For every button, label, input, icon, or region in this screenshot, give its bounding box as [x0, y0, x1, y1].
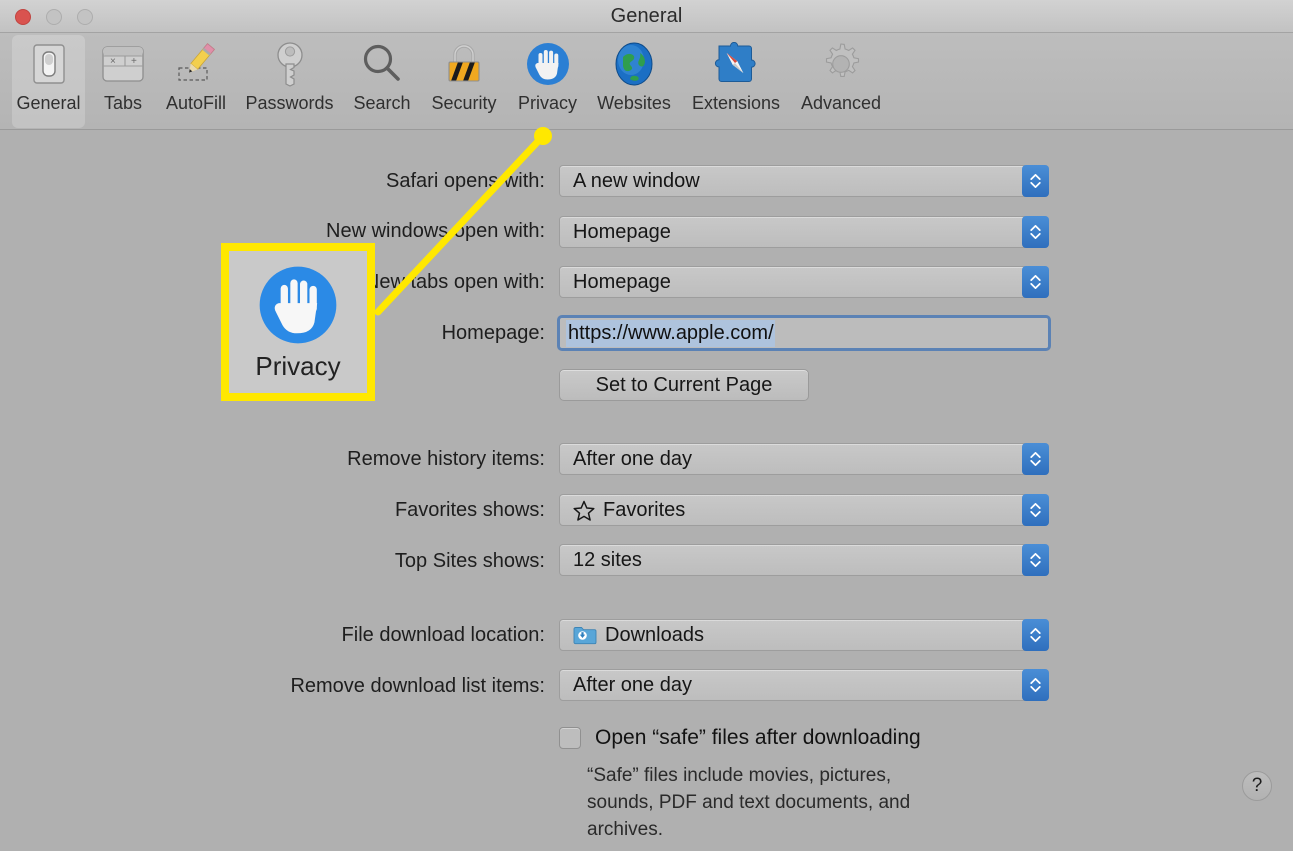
toolbar-label-websites: Websites: [597, 93, 671, 113]
key-icon: [267, 41, 313, 87]
set-to-current-page-label: Set to Current Page: [595, 373, 773, 396]
downloads-folder-icon: [573, 625, 597, 645]
toolbar-label-tabs: Tabs: [103, 93, 143, 113]
toolbar-item-security[interactable]: Security: [421, 35, 507, 128]
privacy-hand-icon: [256, 263, 340, 347]
toolbar-label-extensions: Extensions: [691, 93, 781, 113]
toolbar-label-privacy: Privacy: [517, 93, 577, 113]
toolbar-label-security: Security: [431, 93, 497, 113]
chevron-up-down-icon: [1022, 165, 1049, 197]
toolbar-item-privacy[interactable]: Privacy: [508, 35, 587, 128]
privacy-callout-highlight: Privacy: [221, 243, 375, 401]
select-top-sites-shows[interactable]: 12 sites: [559, 544, 1049, 576]
select-favorites-shows-value: Favorites: [603, 498, 686, 521]
svg-text:×: ×: [110, 56, 116, 67]
toolbar-label-passwords: Passwords: [245, 93, 334, 113]
homepage-input-value: https://www.apple.com/: [566, 319, 775, 347]
select-top-sites-shows-value: 12 sites: [573, 548, 642, 571]
toolbar-item-tabs[interactable]: × + Tabs: [92, 35, 154, 128]
tabs-icon: × +: [100, 41, 146, 87]
chevron-up-down-icon: [1022, 544, 1049, 576]
select-safari-opens-with-value: A new window: [573, 169, 700, 192]
chevron-up-down-icon: [1022, 443, 1049, 475]
toolbar-item-autofill[interactable]: AutoFill: [156, 35, 236, 128]
general-switch-icon: [26, 41, 72, 87]
padlock-icon: [441, 41, 487, 87]
search-magnifier-icon: [359, 41, 405, 87]
safe-files-description: “Safe” files include movies, pictures, s…: [587, 765, 911, 840]
label-remove-download-list-items: Remove download list items:: [290, 675, 545, 697]
select-favorites-shows[interactable]: Favorites: [559, 494, 1049, 526]
label-new-windows-open-with: New windows open with:: [326, 220, 545, 242]
select-new-tabs-open-with-value: Homepage: [573, 270, 671, 293]
star-icon: [573, 500, 595, 521]
select-new-windows-open-with[interactable]: Homepage: [559, 216, 1049, 248]
chevron-up-down-icon: [1022, 266, 1049, 298]
select-safari-opens-with[interactable]: A new window: [559, 165, 1049, 197]
open-safe-files-checkbox[interactable]: [559, 727, 581, 749]
select-new-tabs-open-with[interactable]: Homepage: [559, 266, 1049, 298]
label-remove-history-items: Remove history items:: [347, 448, 545, 470]
autofill-pencil-icon: [173, 41, 219, 87]
help-button-label: ?: [1251, 775, 1263, 796]
toolbar-item-general[interactable]: General: [12, 35, 85, 128]
toolbar-item-passwords[interactable]: Passwords: [237, 35, 342, 128]
chevron-up-down-icon: [1022, 619, 1049, 651]
open-safe-files-label: Open “safe” files after downloading: [595, 726, 921, 749]
preferences-toolbar: General × + Tabs AutoFill Passwords Sear…: [0, 33, 1293, 130]
open-safe-files-checkbox-row[interactable]: Open “safe” files after downloading: [559, 726, 921, 750]
toolbar-item-extensions[interactable]: Extensions: [681, 35, 791, 128]
chevron-up-down-icon: [1022, 216, 1049, 248]
toolbar-item-search[interactable]: Search: [344, 35, 420, 128]
label-favorites-shows: Favorites shows:: [394, 499, 545, 521]
toolbar-item-websites[interactable]: Websites: [590, 35, 678, 128]
toolbar-label-autofill: AutoFill: [165, 93, 227, 113]
title-bar: General: [0, 0, 1293, 33]
privacy-hand-icon: [525, 41, 571, 87]
toolbar-label-advanced: Advanced: [800, 93, 882, 113]
svg-text:+: +: [131, 56, 137, 67]
help-button[interactable]: ?: [1242, 771, 1272, 801]
gear-icon: [818, 41, 864, 87]
select-remove-download-list-items-value: After one day: [573, 673, 692, 696]
chevron-up-down-icon: [1022, 669, 1049, 701]
select-remove-history-items-value: After one day: [573, 447, 692, 470]
privacy-callout-label: Privacy: [255, 350, 341, 381]
general-settings-pane: Safari opens with: A new window New wind…: [0, 130, 1293, 851]
globe-icon: [611, 41, 657, 87]
extensions-puzzle-icon: [713, 41, 759, 87]
set-to-current-page-button[interactable]: Set to Current Page: [559, 369, 809, 401]
label-safari-opens-with: Safari opens with:: [386, 170, 545, 192]
select-file-download-location-value: Downloads: [605, 623, 704, 646]
toolbar-item-advanced[interactable]: Advanced: [793, 35, 889, 128]
window-title: General: [610, 5, 683, 27]
toolbar-label-general: General: [16, 93, 81, 113]
select-remove-history-items[interactable]: After one day: [559, 443, 1049, 475]
homepage-input[interactable]: https://www.apple.com/: [557, 315, 1051, 351]
select-remove-download-list-items[interactable]: After one day: [559, 669, 1049, 701]
select-new-windows-open-with-value: Homepage: [573, 220, 671, 243]
chevron-up-down-icon: [1022, 494, 1049, 526]
select-file-download-location[interactable]: Downloads: [559, 619, 1049, 651]
label-top-sites-shows: Top Sites shows:: [394, 550, 545, 572]
preferences-window: General General × + Tabs AutoFill Passwo…: [0, 0, 1293, 851]
toolbar-label-search: Search: [353, 93, 411, 113]
label-file-download-location: File download location:: [341, 624, 545, 646]
